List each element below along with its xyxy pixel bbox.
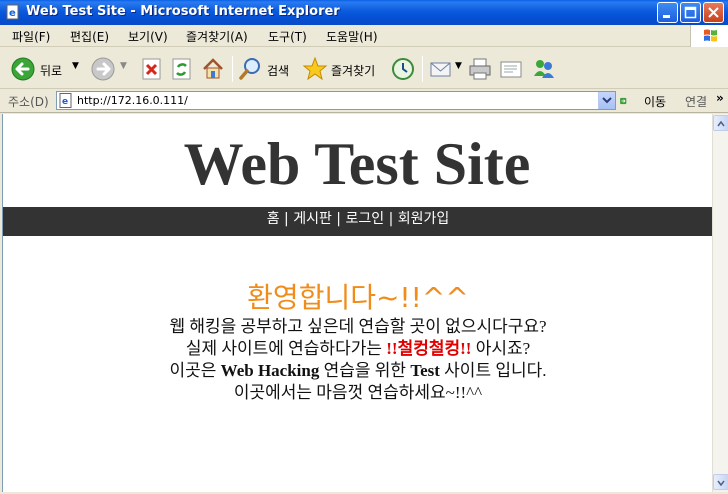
nav-link-board[interactable]: 게시판 bbox=[293, 211, 332, 227]
chevron-down-icon bbox=[602, 97, 612, 104]
address-label: 주소(D) bbox=[8, 95, 49, 109]
go-arrow-icon[interactable] bbox=[620, 92, 640, 110]
close-button[interactable] bbox=[703, 2, 724, 23]
search-button-label[interactable]: 검색 bbox=[267, 62, 289, 79]
nav-separator: | bbox=[384, 211, 398, 227]
browser-window: e Web Test Site - Microsoft Internet Exp… bbox=[0, 0, 728, 492]
welcome-heading: 환영합니다~!!^^ bbox=[247, 281, 469, 314]
menu-help[interactable]: 도움말(H) bbox=[326, 28, 378, 45]
back-button-label[interactable]: 뒤로 bbox=[40, 62, 62, 79]
nav-link-home[interactable]: 홈 bbox=[267, 211, 280, 227]
scroll-down-button[interactable] bbox=[713, 474, 728, 490]
back-dropdown-icon[interactable]: ▼ bbox=[72, 61, 79, 71]
nav-separator: | bbox=[331, 211, 346, 227]
site-title: Web Test Site bbox=[183, 131, 531, 197]
favorites-star-icon[interactable] bbox=[302, 54, 328, 84]
windows-logo bbox=[690, 25, 728, 47]
toolbar-separator bbox=[422, 56, 423, 82]
ie-page-icon: e bbox=[6, 4, 19, 20]
intro-line-1: 웹 해킹을 공부하고 싶은데 연습할 곳이 없으시다구요? bbox=[169, 317, 547, 336]
home-icon[interactable] bbox=[200, 54, 226, 84]
edit-icon[interactable] bbox=[498, 54, 526, 84]
warning-text: !!철컹철컹!! bbox=[386, 339, 472, 358]
print-icon[interactable] bbox=[466, 54, 494, 84]
favorites-button-label[interactable]: 즐겨찾기 bbox=[331, 62, 375, 79]
menu-file[interactable]: 파일(F) bbox=[12, 28, 50, 45]
go-button-label[interactable]: 이동 bbox=[644, 93, 666, 110]
search-icon[interactable] bbox=[238, 54, 264, 84]
forward-arrow-icon[interactable] bbox=[90, 54, 118, 84]
messenger-icon[interactable] bbox=[530, 54, 558, 84]
ie-page-icon: e bbox=[59, 93, 72, 108]
chevron-down-icon bbox=[717, 480, 725, 487]
web-hacking-text: Web Hacking bbox=[220, 361, 320, 380]
links-more-icon[interactable]: » bbox=[716, 91, 724, 105]
intro-line-4: 이곳에서는 마음껏 연습하세요~!!^^ bbox=[233, 383, 483, 402]
forward-dropdown-icon[interactable]: ▼ bbox=[120, 61, 127, 71]
address-field[interactable]: e bbox=[56, 91, 616, 110]
stop-icon[interactable] bbox=[140, 54, 164, 84]
test-text: Test bbox=[410, 361, 440, 380]
intro-line-2-text: 실제 사이트에 연습하다가는 bbox=[185, 339, 387, 358]
menu-edit[interactable]: 편집(E) bbox=[70, 28, 109, 45]
intro-line-3-end: 사이트 입니다. bbox=[439, 361, 547, 380]
nav-link-signup[interactable]: 회원가입 bbox=[398, 211, 450, 227]
window-title: Web Test Site - Microsoft Internet Explo… bbox=[26, 4, 340, 19]
site-nav: 홈 | 게시판 | 로그인 | 회원가입 bbox=[3, 207, 712, 236]
nav-separator: | bbox=[279, 211, 294, 227]
address-bar: 주소(D) e 이동 연결 » bbox=[0, 89, 728, 113]
back-arrow-icon[interactable] bbox=[10, 54, 38, 84]
toolbar: 뒤로 ▼ ▼ 검색 즐겨찾기 ▼ bbox=[0, 48, 728, 89]
menu-bar: 파일(F) 편집(E) 보기(V) 즐겨찾기(A) 도구(T) 도움말(H) bbox=[0, 25, 728, 47]
menu-favorites[interactable]: 즐겨찾기(A) bbox=[186, 28, 248, 45]
mail-icon[interactable] bbox=[428, 54, 454, 84]
mail-dropdown-icon[interactable]: ▼ bbox=[455, 61, 462, 71]
links-label[interactable]: 연결 bbox=[685, 93, 707, 110]
minimize-icon bbox=[663, 15, 670, 18]
refresh-icon[interactable] bbox=[170, 54, 194, 84]
windows-flag-icon bbox=[704, 29, 717, 42]
url-input[interactable] bbox=[77, 93, 587, 108]
chevron-up-icon bbox=[717, 120, 725, 127]
address-dropdown-button[interactable] bbox=[598, 92, 615, 109]
page-content: Web Test Site 홈 | 게시판 | 로그인 | 회원가입 환영합니다… bbox=[2, 114, 712, 492]
menu-view[interactable]: 보기(V) bbox=[128, 28, 168, 45]
intro-line-2-end: 아시죠? bbox=[471, 339, 531, 358]
title-bar[interactable]: e Web Test Site - Microsoft Internet Exp… bbox=[0, 0, 728, 25]
intro-line-3-text: 이곳은 bbox=[169, 361, 221, 380]
intro-text: 웹 해킹을 공부하고 싶은데 연습할 곳이 없으시다구요? 실제 사이트에 연습… bbox=[3, 316, 712, 404]
scroll-up-button[interactable] bbox=[713, 115, 728, 131]
intro-line-3: 이곳은 Web Hacking 연습을 위한 Test 사이트 입니다. bbox=[3, 360, 712, 382]
svg-text:e: e bbox=[9, 8, 16, 19]
toolbar-separator bbox=[232, 56, 233, 82]
maximize-icon bbox=[684, 6, 697, 19]
nav-link-login[interactable]: 로그인 bbox=[345, 211, 384, 227]
intro-line-2: 실제 사이트에 연습하다가는 !!철컹철컹!! 아시죠? bbox=[3, 338, 712, 360]
intro-line-3-mid: 연습을 위한 bbox=[319, 361, 411, 380]
svg-text:e: e bbox=[62, 97, 68, 107]
history-icon[interactable] bbox=[390, 54, 416, 84]
maximize-button[interactable] bbox=[680, 2, 701, 23]
minimize-button[interactable] bbox=[657, 2, 678, 23]
close-icon bbox=[708, 7, 719, 18]
menu-tools[interactable]: 도구(T) bbox=[268, 28, 307, 45]
vertical-scrollbar[interactable] bbox=[712, 114, 728, 492]
